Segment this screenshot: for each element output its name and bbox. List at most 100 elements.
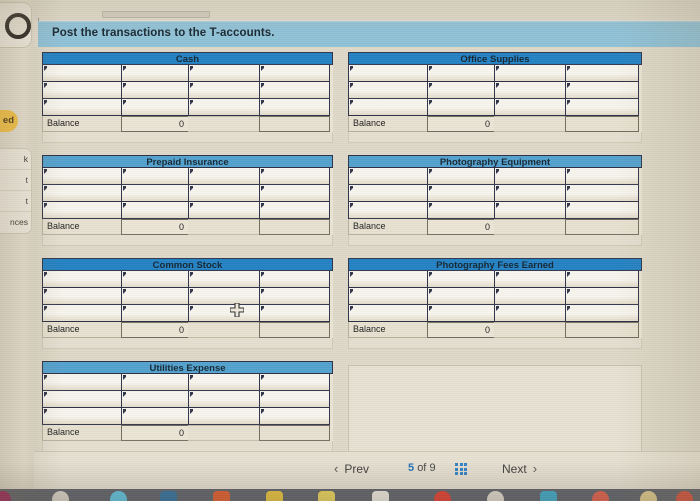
horizontal-scrollbar-thumb[interactable]	[102, 11, 210, 18]
t-account-input-cell[interactable]	[259, 287, 330, 305]
t-account-input-cell[interactable]	[42, 98, 122, 116]
t-account-input-cell[interactable]	[188, 64, 260, 82]
sidebar-item-1[interactable]: t	[0, 170, 31, 191]
t-account-input-cell[interactable]	[42, 304, 122, 322]
t-account-input-cell[interactable]	[121, 98, 189, 116]
dock-icon-0[interactable]	[0, 491, 11, 501]
t-account-input-cell[interactable]	[565, 270, 639, 288]
t-account-input-cell[interactable]	[427, 184, 495, 202]
dock-icon-3[interactable]	[160, 491, 177, 501]
t-account-input-cell[interactable]	[188, 201, 260, 219]
t-account-input-cell[interactable]	[494, 167, 566, 185]
sidebar-menu[interactable]: k t t nces	[0, 148, 32, 234]
t-account-input-cell[interactable]	[565, 201, 639, 219]
t-account-input-cell[interactable]	[121, 270, 189, 288]
t-account-input-cell[interactable]	[259, 373, 330, 391]
dock-icon-11[interactable]	[592, 491, 609, 501]
dock-icon-9[interactable]	[487, 491, 504, 501]
prev-button[interactable]: ‹ Prev	[334, 461, 369, 476]
t-account-input-cell[interactable]	[348, 270, 428, 288]
dock-icon-2[interactable]	[110, 491, 127, 501]
sidebar-item-3[interactable]: nces	[0, 212, 31, 233]
t-account-input-cell[interactable]	[188, 81, 260, 99]
t-account-input-cell[interactable]	[259, 98, 330, 116]
t-account-input-cell[interactable]	[565, 287, 639, 305]
t-account-input-cell[interactable]	[42, 390, 122, 408]
t-account-input-cell[interactable]	[494, 304, 566, 322]
t-account-input-cell[interactable]	[121, 304, 189, 322]
t-account-input-cell[interactable]	[188, 167, 260, 185]
t-account-input-cell[interactable]	[494, 287, 566, 305]
sidebar-item-0[interactable]: k	[0, 149, 31, 170]
t-account-input-cell[interactable]	[427, 81, 495, 99]
t-account-input-cell[interactable]	[348, 167, 428, 185]
t-account-input-cell[interactable]	[121, 81, 189, 99]
t-account-input-cell[interactable]	[121, 167, 189, 185]
dock-icon-5[interactable]	[266, 491, 283, 501]
dock-icon-7[interactable]	[372, 491, 389, 501]
t-account-input-cell[interactable]	[348, 64, 428, 82]
t-account-input-cell[interactable]	[494, 270, 566, 288]
t-account-input-cell[interactable]	[42, 407, 122, 425]
t-account-input-cell[interactable]	[42, 167, 122, 185]
t-account-input-cell[interactable]	[348, 184, 428, 202]
t-account-input-cell[interactable]	[259, 167, 330, 185]
t-account-input-cell[interactable]	[121, 373, 189, 391]
dock-icon-13[interactable]	[676, 491, 693, 501]
t-account-input-cell[interactable]	[42, 184, 122, 202]
grid-icon[interactable]	[455, 463, 467, 475]
t-account-input-cell[interactable]	[188, 390, 260, 408]
t-account-input-cell[interactable]	[121, 287, 189, 305]
t-account-input-cell[interactable]	[259, 407, 330, 425]
t-account-input-cell[interactable]	[259, 270, 330, 288]
t-account-input-cell[interactable]	[427, 98, 495, 116]
t-account-input-cell[interactable]	[42, 373, 122, 391]
t-account-input-cell[interactable]	[427, 64, 495, 82]
t-account-input-cell[interactable]	[188, 270, 260, 288]
t-account-input-cell[interactable]	[259, 64, 330, 82]
t-account-input-cell[interactable]	[188, 373, 260, 391]
t-account-input-cell[interactable]	[565, 184, 639, 202]
t-account-input-cell[interactable]	[188, 287, 260, 305]
t-account-input-cell[interactable]	[565, 64, 639, 82]
t-account-input-cell[interactable]	[259, 184, 330, 202]
t-account-input-cell[interactable]	[494, 184, 566, 202]
t-account-input-cell[interactable]	[121, 407, 189, 425]
t-account-input-cell[interactable]	[42, 201, 122, 219]
t-account-input-cell[interactable]	[259, 201, 330, 219]
t-account-input-cell[interactable]	[42, 64, 122, 82]
t-account-input-cell[interactable]	[565, 81, 639, 99]
t-account-input-cell[interactable]	[427, 201, 495, 219]
sidebar-item-2[interactable]: t	[0, 191, 31, 212]
t-account-input-cell[interactable]	[259, 81, 330, 99]
t-account-input-cell[interactable]	[121, 201, 189, 219]
t-account-input-cell[interactable]	[188, 98, 260, 116]
t-account-input-cell[interactable]	[348, 81, 428, 99]
t-account-input-cell[interactable]	[259, 390, 330, 408]
t-account-input-cell[interactable]	[494, 201, 566, 219]
t-account-input-cell[interactable]	[348, 98, 428, 116]
t-account-input-cell[interactable]	[494, 98, 566, 116]
t-account-input-cell[interactable]	[121, 64, 189, 82]
t-account-input-cell[interactable]	[427, 304, 495, 322]
t-account-input-cell[interactable]	[494, 64, 566, 82]
t-account-input-cell[interactable]	[427, 270, 495, 288]
t-account-input-cell[interactable]	[565, 304, 639, 322]
t-account-input-cell[interactable]	[121, 390, 189, 408]
dock-icon-6[interactable]	[318, 491, 335, 501]
dock-icon-10[interactable]	[540, 491, 557, 501]
t-account-input-cell[interactable]	[348, 304, 428, 322]
t-account-input-cell[interactable]	[42, 287, 122, 305]
t-account-input-cell[interactable]	[188, 304, 260, 322]
dock-icon-12[interactable]	[640, 491, 657, 501]
t-account-input-cell[interactable]	[348, 201, 428, 219]
t-account-input-cell[interactable]	[565, 98, 639, 116]
t-account-input-cell[interactable]	[121, 184, 189, 202]
t-account-input-cell[interactable]	[427, 287, 495, 305]
t-account-input-cell[interactable]	[565, 167, 639, 185]
t-account-input-cell[interactable]	[188, 184, 260, 202]
t-account-input-cell[interactable]	[348, 287, 428, 305]
t-account-input-cell[interactable]	[259, 304, 330, 322]
dock-icon-1[interactable]	[52, 491, 69, 501]
next-button[interactable]: Next ›	[502, 461, 537, 476]
